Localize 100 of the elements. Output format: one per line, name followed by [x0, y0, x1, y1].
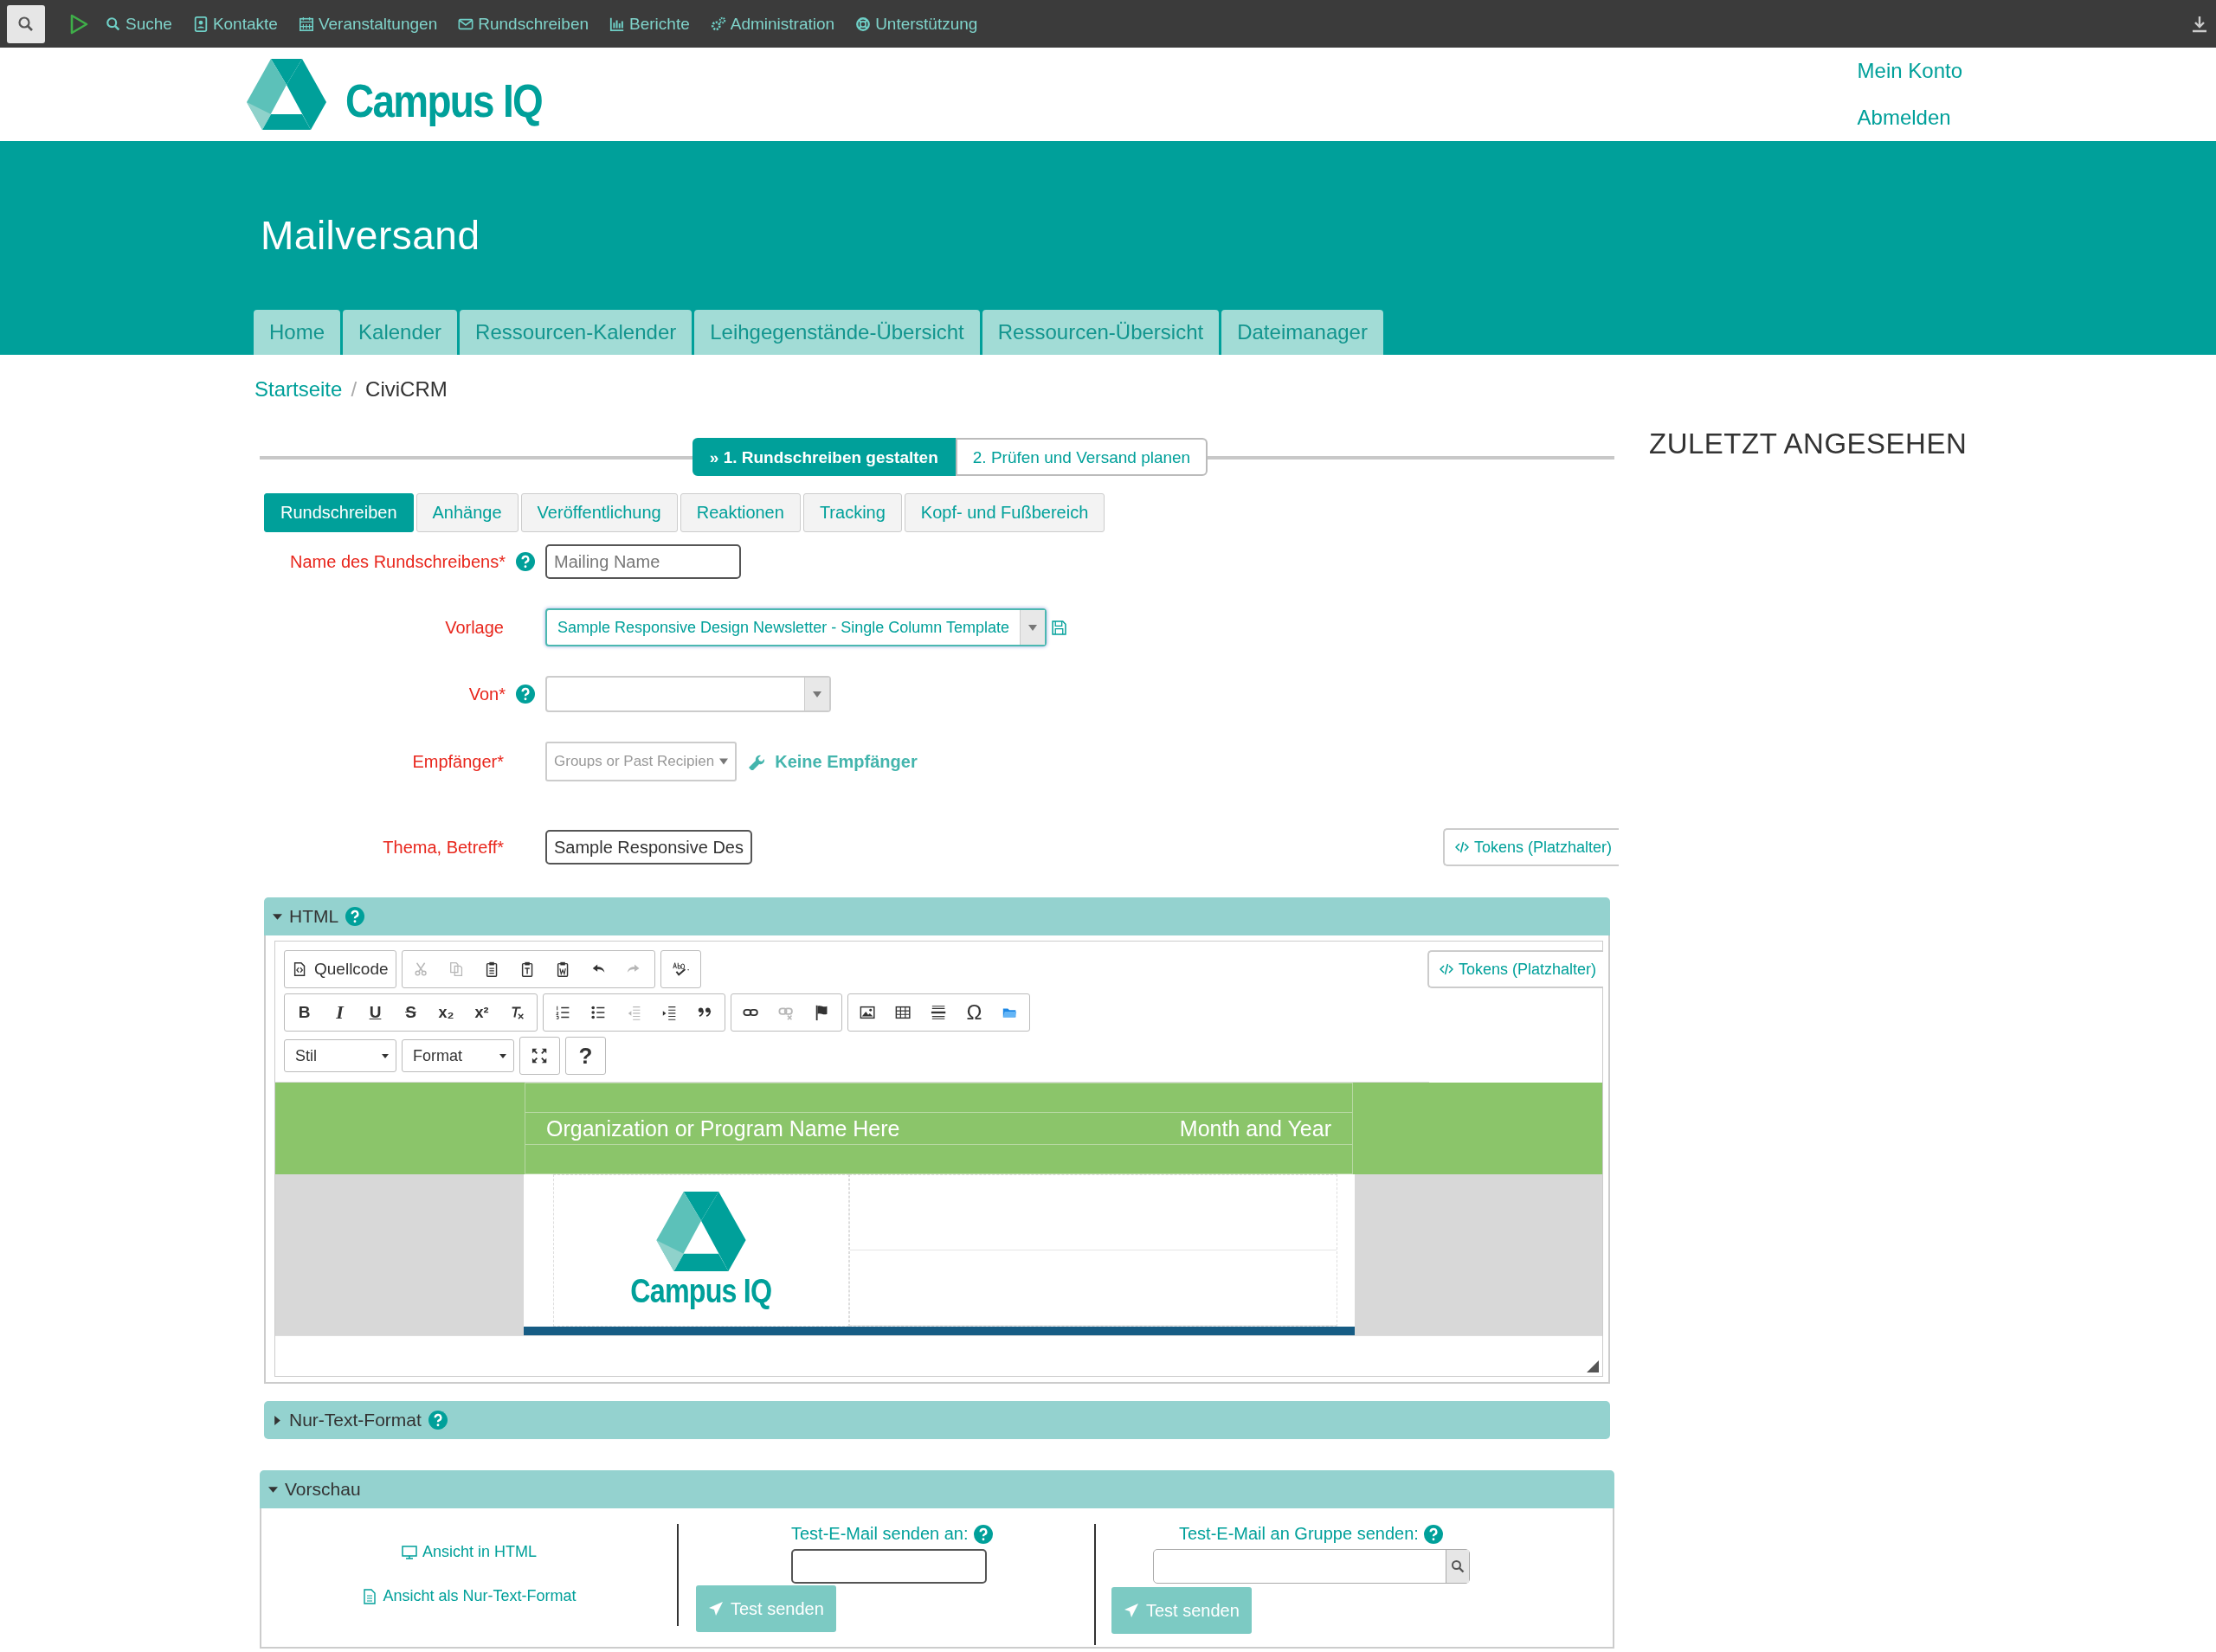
caret-down-icon	[382, 1053, 389, 1058]
form-tab[interactable]: Veröffentlichung	[520, 493, 678, 532]
form-tab[interactable]: Tracking	[802, 493, 902, 532]
image-icon	[859, 1004, 877, 1021]
menu-item[interactable]: Suche	[106, 14, 172, 34]
field-label: Von*	[468, 684, 506, 704]
code-icon	[1454, 841, 1469, 853]
resize-handle-icon[interactable]	[1587, 1360, 1599, 1372]
test-send-button[interactable]: Test senden	[1111, 1587, 1252, 1634]
name-input-field[interactable]: Mailing Name	[545, 544, 741, 579]
bold-button[interactable]: B	[287, 996, 322, 1029]
menu-item[interactable]: Administration	[710, 14, 835, 34]
menu-item[interactable]: Veranstaltungen	[298, 14, 438, 34]
search-icon	[106, 16, 121, 32]
save-icon[interactable]	[1051, 620, 1066, 635]
nav-tab[interactable]: Home	[254, 310, 341, 355]
paper-plane-icon	[1124, 1603, 1139, 1618]
tokens-button[interactable]: Tokens (Platzhalter)	[1427, 950, 1603, 988]
field-label: Vorlage	[445, 617, 504, 638]
menu-item[interactable]: Rundschreiben	[458, 14, 589, 34]
wizard-step[interactable]: 2. Prüfen und Versand planen	[955, 438, 1208, 476]
nav-tab[interactable]: Dateimanager	[1221, 310, 1383, 355]
italic-button[interactable]: I	[322, 996, 358, 1029]
triangle-logo-icon	[247, 59, 326, 130]
preview-link[interactable]: Ansicht als Nur-Text-Format	[362, 1587, 577, 1605]
form-tab[interactable]: Rundschreiben	[264, 493, 414, 532]
sup-button[interactable]: x²	[464, 996, 499, 1029]
help-icon[interactable]	[345, 907, 365, 926]
help-icon[interactable]	[973, 1524, 993, 1544]
style-dropdown[interactable]: Format	[402, 1039, 514, 1072]
test-send-button[interactable]: Test senden	[696, 1585, 836, 1632]
section-title: HTML	[289, 906, 339, 927]
underline-button[interactable]: U	[358, 996, 393, 1029]
menu-item[interactable]: Unterstützung	[855, 14, 978, 34]
month-year: Month and Year	[1178, 1115, 1332, 1141]
tokens-button[interactable]: Tokens (Platzhalter)	[1442, 828, 1619, 866]
document-icon	[362, 1588, 378, 1604]
menu-item[interactable]: Kontakte	[192, 14, 278, 34]
menu-item[interactable]: Berichte	[609, 14, 690, 34]
caret-down-icon[interactable]	[268, 1484, 278, 1495]
download-icon[interactable]	[2192, 15, 2207, 33]
preview-link[interactable]: Ansicht in HTML	[401, 1543, 537, 1561]
help-button[interactable]: ?	[568, 1039, 603, 1072]
table-icon	[894, 1004, 912, 1021]
form-tab[interactable]: Kopf- und Fußbereich	[904, 493, 1105, 532]
wizard-step[interactable]: » 1. Rundschreiben gestalten	[692, 438, 956, 476]
account-link[interactable]: Abmelden	[1857, 106, 1962, 130]
help-icon[interactable]	[516, 685, 535, 704]
template-select[interactable]: Sample Responsive Design Newsletter - Single Column Template	[545, 608, 1047, 646]
source-button[interactable]: Quellcode	[287, 953, 394, 986]
lifebuoy-icon	[855, 16, 872, 32]
nav-tab[interactable]: Ressourcen-Kalender	[460, 310, 692, 355]
field-label: Name des Rundschreibens*	[289, 551, 506, 572]
no-recipients-link[interactable]: Keine Empfänger	[775, 751, 918, 772]
account-link[interactable]: Mein Konto	[1857, 59, 1962, 83]
play-icon[interactable]	[69, 13, 88, 35]
field-label: Thema, Betreff*	[383, 837, 504, 858]
help-icon[interactable]	[1423, 1524, 1443, 1544]
form-tab[interactable]: Reaktionen	[680, 493, 801, 532]
page-title: Mailversand	[261, 212, 481, 259]
caret-down-icon	[1027, 624, 1037, 631]
organization-name: Organization or Program Name Here	[545, 1115, 901, 1141]
strike-button[interactable]: S	[393, 996, 428, 1029]
section-title: Nur-Text-Format	[289, 1410, 422, 1430]
nav-tab[interactable]: Kalender	[343, 310, 458, 355]
wrench-icon	[747, 753, 765, 770]
breadcrumb-current: CiviCRM	[365, 377, 448, 402]
help-icon[interactable]	[428, 1411, 448, 1430]
nav-tab[interactable]: Ressourcen-Übersicht	[982, 310, 1220, 355]
maximize-icon	[531, 1047, 549, 1064]
caret-down-icon	[499, 1053, 506, 1058]
search-icon	[1451, 1559, 1465, 1573]
horizontal-rule-icon	[930, 1004, 948, 1021]
omega-button[interactable]: Ω	[957, 996, 992, 1029]
spellcheck-icon	[672, 961, 690, 978]
section-header[interactable]: HTML	[264, 897, 1610, 935]
gears-icon	[710, 16, 726, 32]
logo-text: Campus IQ	[630, 1272, 771, 1310]
logo-text: Campus IQ	[345, 74, 542, 127]
section-header[interactable]: Nur-Text-Format	[264, 1401, 1610, 1439]
calendar-icon	[298, 16, 314, 32]
search-button[interactable]	[7, 4, 45, 43]
recipients-select[interactable]: Groups or Past Recipien	[545, 742, 738, 781]
caret-down-icon[interactable]	[273, 911, 282, 922]
form-tab[interactable]: Anhänge	[416, 493, 519, 532]
field-label: Empfänger*	[412, 751, 504, 772]
contact-card-icon	[192, 16, 209, 32]
nav-tab[interactable]: Leihgegenstände-Übersicht	[694, 310, 980, 355]
section-header[interactable]: Vorschau	[260, 1470, 1614, 1508]
sidebar-title: ZULETZT ANGESEHEN	[1649, 427, 1968, 460]
sub-button[interactable]: x₂	[428, 996, 464, 1029]
caret-right-icon[interactable]	[273, 1415, 282, 1425]
style-dropdown[interactable]: Stil	[284, 1039, 396, 1072]
caret-down-icon	[813, 691, 821, 697]
group-search-field[interactable]	[1153, 1549, 1470, 1584]
section-title: Vorschau	[285, 1479, 361, 1500]
subject-input-field[interactable]: Sample Responsive Des	[545, 830, 752, 865]
breadcrumb-link[interactable]: Startseite	[254, 377, 343, 402]
help-icon[interactable]	[516, 552, 535, 571]
email-input-field[interactable]	[791, 1549, 987, 1584]
